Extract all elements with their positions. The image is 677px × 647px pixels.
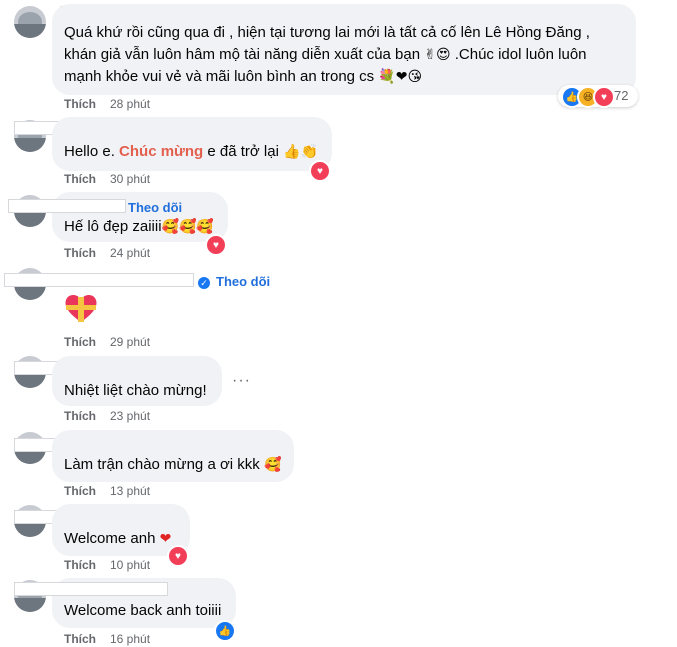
like-button[interactable]: Thích: [64, 484, 96, 498]
comment-text-line: khán giả vẫn luôn hâm mộ tài năng diễn x…: [64, 46, 587, 63]
like-reaction-icon[interactable]: 👍: [214, 620, 236, 642]
follow-button[interactable]: ✓ Theo dõi: [198, 274, 270, 290]
like-button[interactable]: Thích: [64, 97, 96, 111]
heart-reaction-icon[interactable]: ♥: [205, 234, 227, 256]
comment-bubble: Nhiệt liệt chào mừng!: [52, 356, 222, 406]
timestamp[interactable]: 23 phút: [110, 409, 150, 423]
timestamp[interactable]: 10 phút: [110, 558, 150, 572]
like-button[interactable]: Thích: [64, 409, 96, 423]
heart-reaction-icon[interactable]: ♥: [309, 160, 331, 182]
timestamp[interactable]: 29 phút: [110, 335, 150, 349]
comment-meta: Thích 24 phút: [64, 245, 150, 261]
comment-meta: Thích 13 phút: [64, 483, 150, 499]
heart-reaction-icon[interactable]: ♥: [167, 545, 189, 567]
heart-reaction-icon: ♥: [593, 86, 615, 108]
follow-button[interactable]: Theo dõi: [128, 200, 182, 216]
more-options-icon[interactable]: ···: [232, 372, 251, 390]
comment-bubble: Hello e. Chúc mừng e đã trở lại 👍👏: [52, 117, 332, 171]
timestamp[interactable]: 13 phút: [110, 484, 150, 498]
comment-meta: Thích 29 phút: [64, 334, 150, 350]
like-button[interactable]: Thích: [64, 172, 96, 186]
comment-bubble: Làm trận chào mừng a ơi kkk 🥰: [52, 430, 294, 482]
like-button[interactable]: Thích: [64, 246, 96, 260]
verified-icon: ✓: [198, 276, 210, 289]
name-redacted: [8, 199, 126, 213]
name-redacted: [4, 273, 194, 287]
comment-meta: Thích 30 phút: [64, 171, 150, 187]
comment-bubble: Quá khứ rồi cũng qua đi , hiện tại tương…: [52, 4, 636, 95]
like-button[interactable]: Thích: [64, 632, 96, 646]
timestamp[interactable]: 16 phút: [110, 632, 150, 646]
comment-text-line: Quá khứ rồi cũng qua đi , hiện tại tương…: [64, 24, 590, 41]
like-button[interactable]: Thích: [64, 558, 96, 572]
name-redacted: [14, 582, 168, 596]
comment-meta: Thích 28 phút: [64, 96, 150, 112]
comment-meta: Thích 16 phút: [64, 631, 150, 647]
comment-text-line: mạnh khỏe vui vẻ và mãi luôn bình an tro…: [64, 68, 423, 85]
comment-meta: Thích 10 phút: [64, 557, 150, 573]
timestamp[interactable]: 28 phút: [110, 97, 150, 111]
heart-gift-sticker: [65, 294, 97, 322]
highlighted-text: Chúc mừng: [119, 143, 204, 160]
avatar[interactable]: [14, 6, 46, 38]
reaction-count: 72: [614, 88, 629, 103]
comment-meta: Thích 23 phút: [64, 408, 150, 424]
timestamp[interactable]: 30 phút: [110, 172, 150, 186]
like-button[interactable]: Thích: [64, 335, 96, 349]
timestamp[interactable]: 24 phút: [110, 246, 150, 260]
